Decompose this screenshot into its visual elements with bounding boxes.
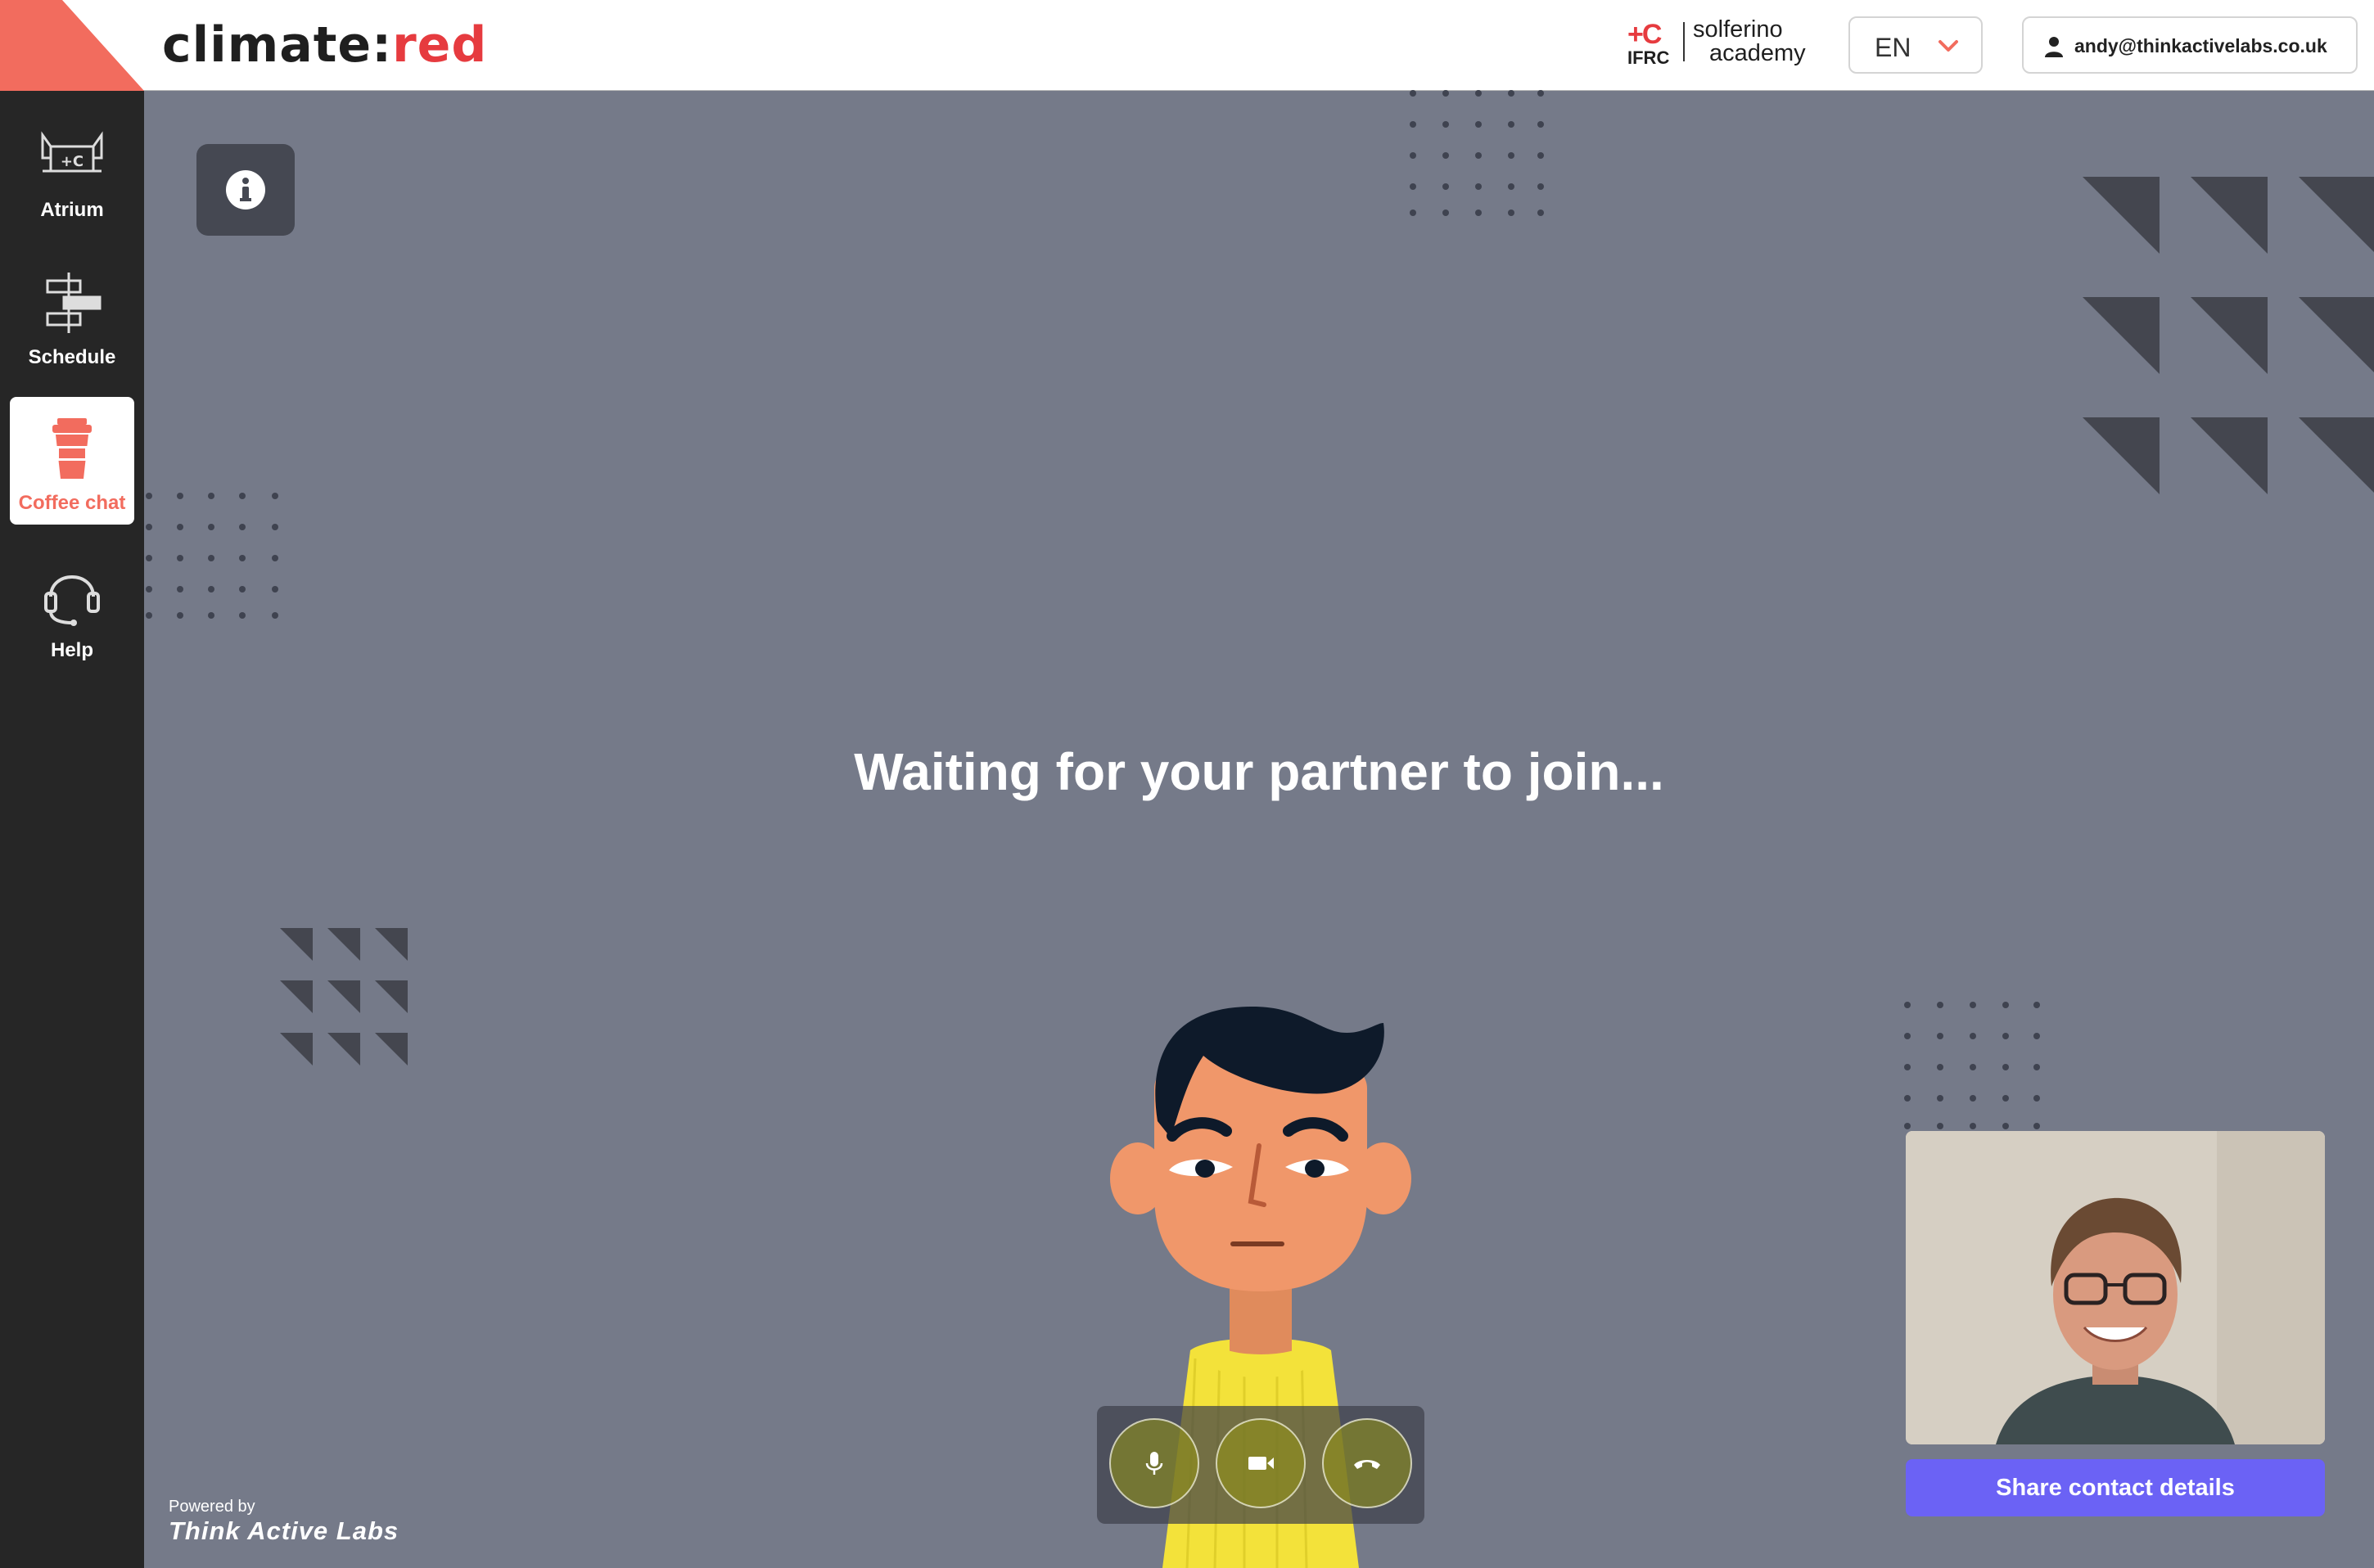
sidebar-item-label: Schedule	[28, 346, 116, 368]
camera-button[interactable]	[1216, 1418, 1306, 1508]
logo-divider	[1683, 22, 1685, 61]
dot-grid-decoration	[146, 493, 278, 619]
mute-button[interactable]	[1109, 1418, 1199, 1508]
chevron-down-icon	[1938, 40, 1958, 52]
dot-grid-decoration	[1410, 90, 1544, 216]
info-icon	[226, 170, 265, 210]
self-video-image	[1906, 1131, 2325, 1444]
svg-text:+C: +C	[61, 153, 83, 170]
headset-icon	[44, 575, 100, 626]
triangle-grid-decoration	[2083, 177, 2374, 494]
user-icon	[2045, 37, 2063, 57]
waiting-status-message: Waiting for your partner to join...	[854, 742, 1664, 801]
think-active-labs-logo[interactable]: Think Active Labs	[169, 1516, 399, 1546]
solferino-text: solferino	[1693, 16, 1783, 43]
ifrc-logo: +C IFRC	[1627, 20, 1677, 69]
sidebar-item-help[interactable]: Help	[10, 544, 134, 672]
account-button[interactable]: andy@thinkactivelabs.co.uk	[2022, 16, 2358, 74]
hang-up-icon	[1354, 1460, 1380, 1469]
sidebar-item-label: Atrium	[40, 199, 104, 221]
triangle-grid-decoration	[280, 928, 408, 1066]
coffee-cup-icon	[52, 418, 92, 479]
powered-by-label: Powered by	[169, 1498, 255, 1516]
brand-suffix: red	[392, 16, 488, 74]
atrium-icon: +C	[41, 131, 103, 173]
red-cross-crescent-icon: +C	[1627, 19, 1662, 50]
corner-accent	[0, 0, 144, 91]
sidebar-item-coffee-chat[interactable]: Coffee chat	[10, 397, 134, 525]
hang-up-button[interactable]	[1322, 1418, 1412, 1508]
solferino-academy-logo: solferino academy	[1693, 18, 1806, 65]
sidebar-item-label: Help	[50, 639, 93, 661]
ifrc-text: IFRC	[1627, 47, 1670, 68]
sidebar: +C Atrium Schedule Coffee chat Help	[0, 91, 144, 1568]
brand-logo[interactable]: climate:red	[162, 16, 487, 74]
info-button[interactable]	[196, 144, 295, 236]
call-controls	[1097, 1406, 1424, 1524]
language-select[interactable]: EN	[1848, 16, 1983, 74]
sidebar-item-label: Coffee chat	[18, 492, 126, 514]
academy-text: academy	[1709, 40, 1806, 66]
account-email: andy@thinkactivelabs.co.uk	[2074, 35, 2327, 56]
language-value: EN	[1875, 33, 1911, 62]
self-video-preview	[1906, 1131, 2325, 1444]
sidebar-item-schedule[interactable]: Schedule	[10, 251, 134, 379]
brand-prefix: climate:	[162, 16, 393, 74]
dot-grid-decoration	[1904, 1002, 2040, 1129]
microphone-icon	[1145, 1452, 1163, 1475]
signpost-icon	[46, 273, 102, 333]
share-contact-details-button[interactable]: Share contact details	[1906, 1459, 2325, 1516]
video-camera-icon	[1248, 1457, 1274, 1470]
sidebar-item-atrium[interactable]: +C Atrium	[10, 104, 134, 232]
